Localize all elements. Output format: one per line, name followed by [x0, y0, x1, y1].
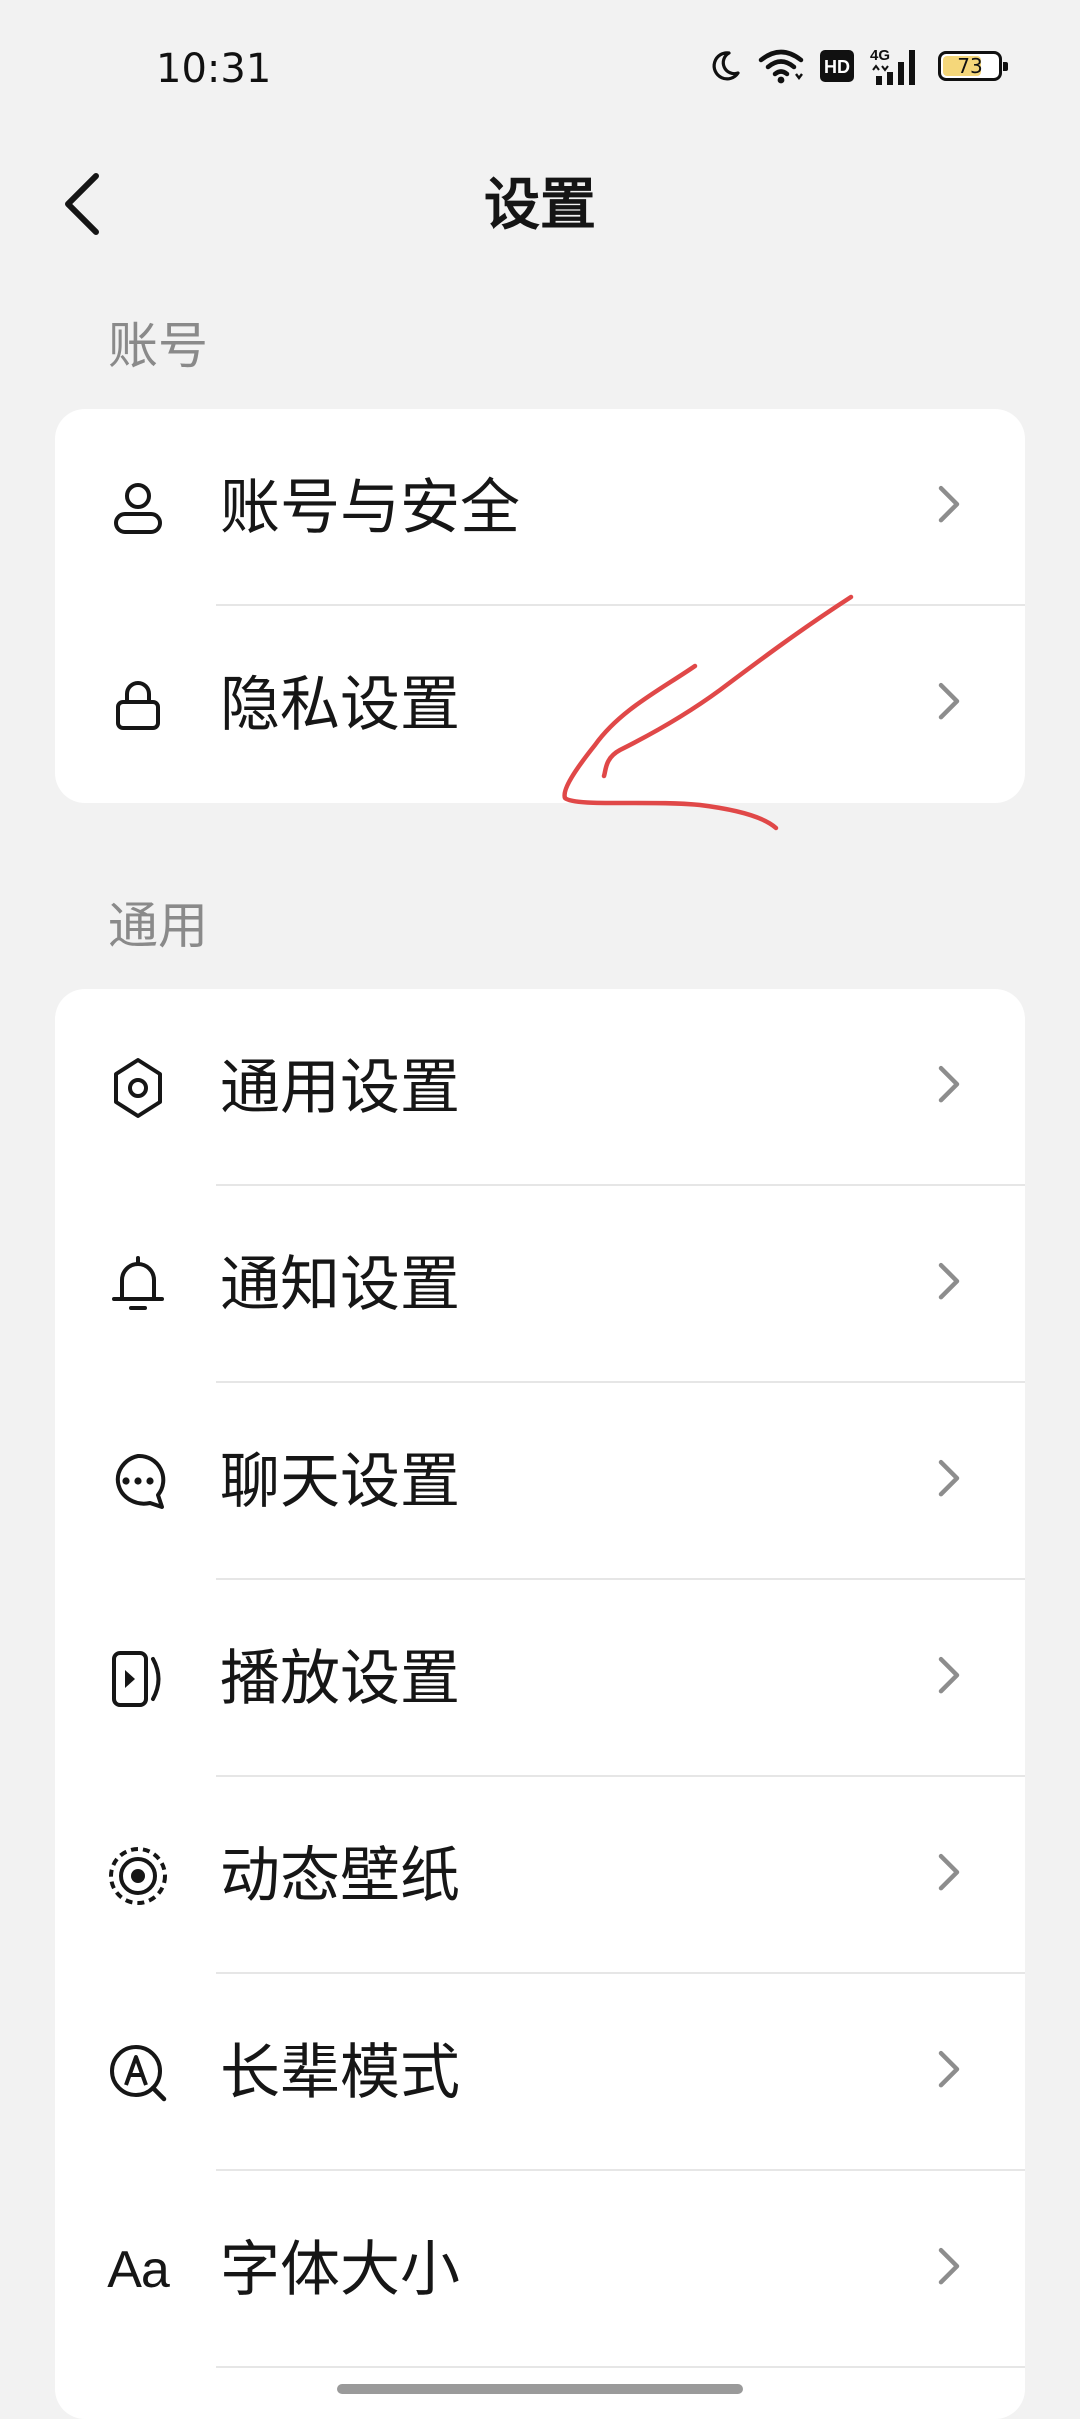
chevron-right-icon [938, 682, 960, 719]
bell-icon [106, 1253, 170, 1317]
section-header-general: 通用 [108, 897, 208, 955]
gear-icon [106, 1056, 170, 1120]
moon-icon [712, 51, 740, 81]
settings-row-font-size[interactable]: Aa 字体大小 [55, 2171, 1025, 2368]
font-size-icon-text: Aa [107, 2240, 170, 2299]
section-header-account: 账号 [108, 317, 208, 375]
row-divider [216, 2366, 1025, 2368]
status-bar: 10:31 HD 4G 73 [0, 0, 1080, 136]
font-size-icon: Aa [106, 2238, 170, 2302]
account-card: 账号与安全 隐私设置 [55, 409, 1025, 803]
settings-row-live-wallpaper[interactable]: 动态壁纸 [55, 1777, 1025, 1974]
status-icons: HD 4G 73 [708, 44, 1008, 88]
hd-icon: HD [820, 50, 854, 82]
general-card: 通用设置 通知设置 聊天设置 播放设置 动态壁纸 长辈模式 Aa 字体大小 [55, 989, 1025, 2419]
row-label: 播放设置 [220, 1643, 460, 1714]
live-wallpaper-icon [106, 1844, 170, 1908]
row-label: 动态壁纸 [220, 1840, 460, 1911]
chevron-right-icon [938, 1065, 960, 1102]
battery-level: 73 [957, 54, 983, 78]
lock-icon [106, 673, 170, 737]
chevron-right-icon [938, 2050, 960, 2087]
settings-row-elder-mode[interactable]: 长辈模式 [55, 1974, 1025, 2171]
network-label: 4G [870, 47, 890, 64]
row-label: 账号与安全 [220, 472, 520, 543]
row-label: 通知设置 [220, 1249, 460, 1320]
settings-row-playback[interactable]: 播放设置 [55, 1580, 1025, 1777]
settings-row-general[interactable]: 通用设置 [55, 989, 1025, 1186]
row-label: 聊天设置 [220, 1446, 460, 1517]
row-label: 通用设置 [220, 1052, 460, 1123]
chevron-right-icon [938, 485, 960, 522]
settings-row-chat[interactable]: 聊天设置 [55, 1383, 1025, 1580]
battery-tip [1003, 62, 1008, 71]
play-settings-icon [106, 1647, 170, 1711]
chevron-right-icon [938, 1262, 960, 1299]
wifi-icon [758, 49, 804, 84]
chat-bubble-icon [106, 1450, 170, 1514]
row-label: 字体大小 [220, 2234, 460, 2305]
elder-mode-icon [106, 2041, 170, 2105]
page-title: 设置 [484, 173, 596, 238]
settings-row-privacy[interactable]: 隐私设置 [55, 606, 1025, 803]
user-icon [106, 476, 170, 540]
4g-signal-icon: 4G [870, 47, 915, 85]
chevron-right-icon [938, 1656, 960, 1693]
chevron-right-icon [938, 2247, 960, 2284]
settings-row-notification[interactable]: 通知设置 [55, 1186, 1025, 1383]
nav-bar: 设置 [0, 150, 1080, 260]
home-indicator [337, 2384, 743, 2394]
row-label: 长辈模式 [220, 2037, 460, 2108]
row-label: 隐私设置 [220, 669, 460, 740]
status-time: 10:31 [156, 46, 272, 92]
settings-row-account-security[interactable]: 账号与安全 [55, 409, 1025, 606]
chevron-right-icon [938, 1853, 960, 1890]
hd-label: HD [824, 57, 850, 77]
chevron-right-icon [938, 1459, 960, 1496]
battery-icon: 73 [938, 51, 1008, 81]
